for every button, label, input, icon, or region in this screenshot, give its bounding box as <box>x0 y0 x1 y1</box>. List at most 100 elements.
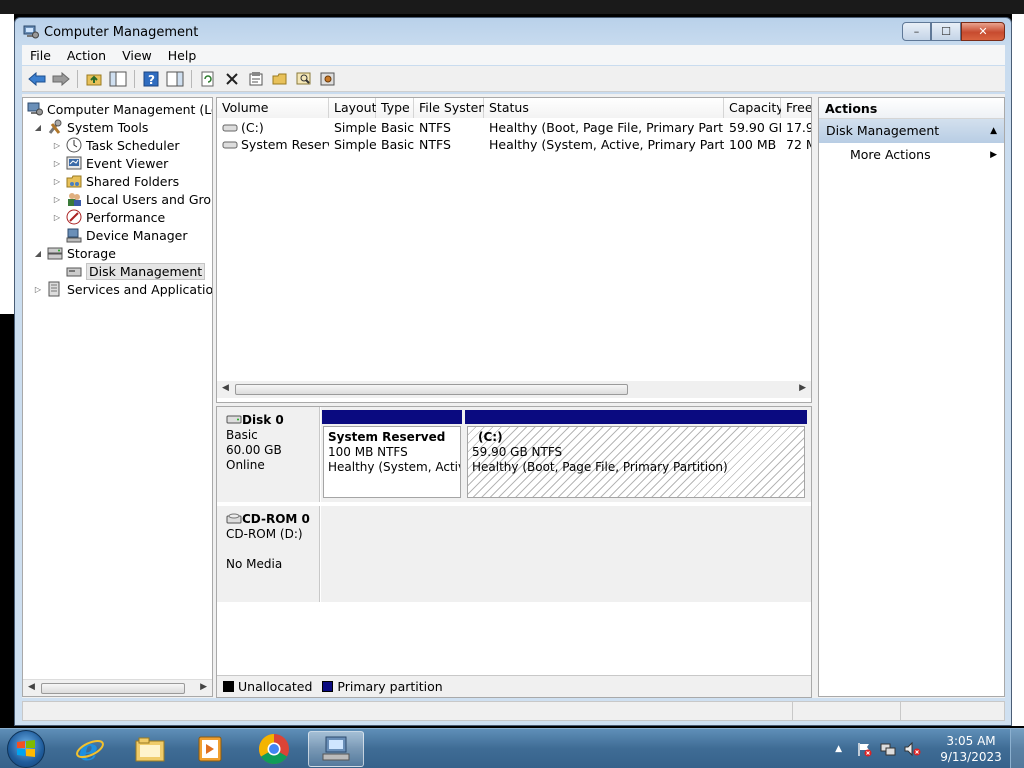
tree-item-storage[interactable]: ◢ Storage <box>33 244 116 262</box>
settings-icon[interactable] <box>317 68 339 90</box>
column-layout[interactable]: Layout <box>329 98 377 118</box>
disk-0-label[interactable]: Disk 0 Basic 60.00 GB Online <box>217 407 320 502</box>
scroll-left-icon[interactable]: ◀ <box>28 682 35 692</box>
minimize-button[interactable]: – <box>902 22 931 41</box>
maximize-icon: ☐ <box>941 25 951 38</box>
menu-action[interactable]: Action <box>59 48 114 63</box>
clock-icon <box>66 137 82 153</box>
partition-body: System Reserved 100 MB NTFS Healthy (Sys… <box>323 426 461 498</box>
delete-icon[interactable] <box>221 68 243 90</box>
table-row[interactable]: System Reserved Simple Basic NTFS Health… <box>217 136 811 153</box>
column-volume[interactable]: Volume <box>217 98 329 118</box>
expand-arrow-icon[interactable]: ▷ <box>52 177 62 186</box>
table-row[interactable]: (C:) Simple Basic NTFS Healthy (Boot, Pa… <box>217 119 811 136</box>
forward-arrow-icon[interactable] <box>50 68 72 90</box>
tree-label-event-viewer: Event Viewer <box>86 155 169 171</box>
tree-item-disk-management[interactable]: Disk Management <box>62 262 206 280</box>
title-bar[interactable]: Computer Management – ☐ ✕ <box>15 18 1011 46</box>
column-type[interactable]: Type <box>376 98 414 118</box>
services-icon <box>47 281 63 297</box>
taskbar-windows-explorer[interactable] <box>122 731 178 767</box>
tree-label-storage: Storage <box>67 245 116 261</box>
scrollbar-thumb[interactable] <box>41 683 185 694</box>
taskbar: e ▲ 3:05 AM 9/13/2023 <box>0 728 1024 768</box>
network-icon[interactable] <box>880 741 896 757</box>
disk-management-icon <box>66 263 82 279</box>
column-status[interactable]: Status <box>484 98 724 118</box>
open-folder-icon[interactable] <box>269 68 291 90</box>
actions-section-disk-management[interactable]: Disk Management ▲ <box>819 119 1004 143</box>
tree-item-performance[interactable]: ▷ Performance <box>52 208 165 226</box>
maximize-button[interactable]: ☐ <box>931 22 961 41</box>
list-horizontal-scrollbar[interactable]: ◀ ▶ <box>217 381 811 398</box>
properties-icon[interactable] <box>245 68 267 90</box>
computer-management-window: Computer Management – ☐ ✕ File Action Vi… <box>14 17 1012 726</box>
submenu-arrow-icon: ▶ <box>990 150 997 160</box>
column-free[interactable]: Free <box>781 98 811 118</box>
menu-bar: File Action View Help <box>22 45 1005 65</box>
scroll-right-icon[interactable]: ▶ <box>200 682 207 692</box>
tree-item-system-tools[interactable]: ◢ System Tools <box>33 118 148 136</box>
volume-muted-icon[interactable] <box>904 741 922 757</box>
back-arrow-icon[interactable] <box>26 68 48 90</box>
show-desktop-button[interactable] <box>1010 729 1024 768</box>
background-left-strip <box>0 14 14 314</box>
tree-item-shared-folders[interactable]: ▷ Shared Folders <box>52 172 179 190</box>
volume-name: System Reserved <box>241 137 329 152</box>
scrollbar-thumb[interactable] <box>235 384 628 395</box>
action-center-flag-icon[interactable] <box>856 741 872 757</box>
partition-c-drive[interactable]: (C:) 59.90 GB NTFS Healthy (Boot, Page F… <box>465 410 807 498</box>
tree-item-device-manager[interactable]: Device Manager <box>62 226 188 244</box>
taskbar-chrome[interactable] <box>246 731 302 767</box>
show-hide-tree-icon[interactable] <box>107 68 129 90</box>
volume-cell: (C:) <box>217 119 329 136</box>
refresh-icon[interactable] <box>197 68 219 90</box>
up-folder-icon[interactable] <box>83 68 105 90</box>
cdrom-0-label[interactable]: CD-ROM 0 CD-ROM (D:) No Media <box>217 506 320 602</box>
help-icon[interactable]: ? <box>140 68 162 90</box>
menu-help[interactable]: Help <box>160 48 205 63</box>
collapse-arrow-icon[interactable]: ◢ <box>33 123 43 132</box>
clock[interactable]: 3:05 AM 9/13/2023 <box>932 733 1010 765</box>
expand-arrow-icon[interactable]: ▷ <box>52 159 62 168</box>
disk-0-name: Disk 0 <box>242 413 284 427</box>
volume-name: (C:) <box>241 120 264 135</box>
menu-view[interactable]: View <box>114 48 160 63</box>
tree-horizontal-scrollbar[interactable]: ◀ ▶ <box>23 679 212 696</box>
taskbar-computer-management[interactable] <box>308 731 364 767</box>
more-actions-item[interactable]: More Actions ▶ <box>819 143 1004 167</box>
window-title: Computer Management <box>44 25 199 40</box>
computer-management-icon <box>23 25 39 39</box>
taskbar-media-player[interactable] <box>182 731 238 767</box>
expand-arrow-icon[interactable]: ▷ <box>52 195 62 204</box>
expand-arrow-icon[interactable]: ▷ <box>33 285 43 294</box>
tree-label-shared-folders: Shared Folders <box>86 173 180 189</box>
status-bar <box>22 701 1005 721</box>
column-file-system[interactable]: File System <box>414 98 491 118</box>
collapse-up-icon[interactable]: ▲ <box>990 119 997 143</box>
expand-arrow-icon[interactable]: ▷ <box>52 141 62 150</box>
taskbar-internet-explorer[interactable]: e <box>62 731 118 767</box>
tree-item-local-users[interactable]: ▷ Local Users and Groups <box>52 190 212 208</box>
scroll-left-icon[interactable]: ◀ <box>222 383 229 393</box>
menu-file[interactable]: File <box>22 48 59 63</box>
tree-item-event-viewer[interactable]: ▷ Event Viewer <box>52 154 168 172</box>
search-icon[interactable] <box>293 68 315 90</box>
collapse-arrow-icon[interactable]: ◢ <box>33 249 43 258</box>
expand-arrow-icon[interactable]: ▷ <box>52 213 62 222</box>
free-cell: 72 M <box>786 137 811 152</box>
chrome-icon <box>258 734 289 765</box>
scroll-right-icon[interactable]: ▶ <box>799 383 806 393</box>
start-button[interactable] <box>7 730 45 768</box>
partition-system-reserved[interactable]: System Reserved 100 MB NTFS Healthy (Sys… <box>321 410 463 498</box>
tree-label-device-manager: Device Manager <box>86 227 188 243</box>
cdrom-0-area[interactable] <box>321 506 811 602</box>
tree-item-root[interactable]: Computer Management (Local <box>27 100 212 118</box>
close-button[interactable]: ✕ <box>961 22 1005 41</box>
tree-item-services[interactable]: ▷ Services and Applications <box>33 280 212 298</box>
column-capacity[interactable]: Capacity <box>724 98 784 118</box>
cdrom-0-name: CD-ROM 0 <box>242 512 310 526</box>
show-hide-action-pane-icon[interactable] <box>164 68 186 90</box>
tree-item-task-scheduler[interactable]: ▷ Task Scheduler <box>52 136 180 154</box>
show-hidden-icons-icon[interactable]: ▲ <box>835 744 842 754</box>
